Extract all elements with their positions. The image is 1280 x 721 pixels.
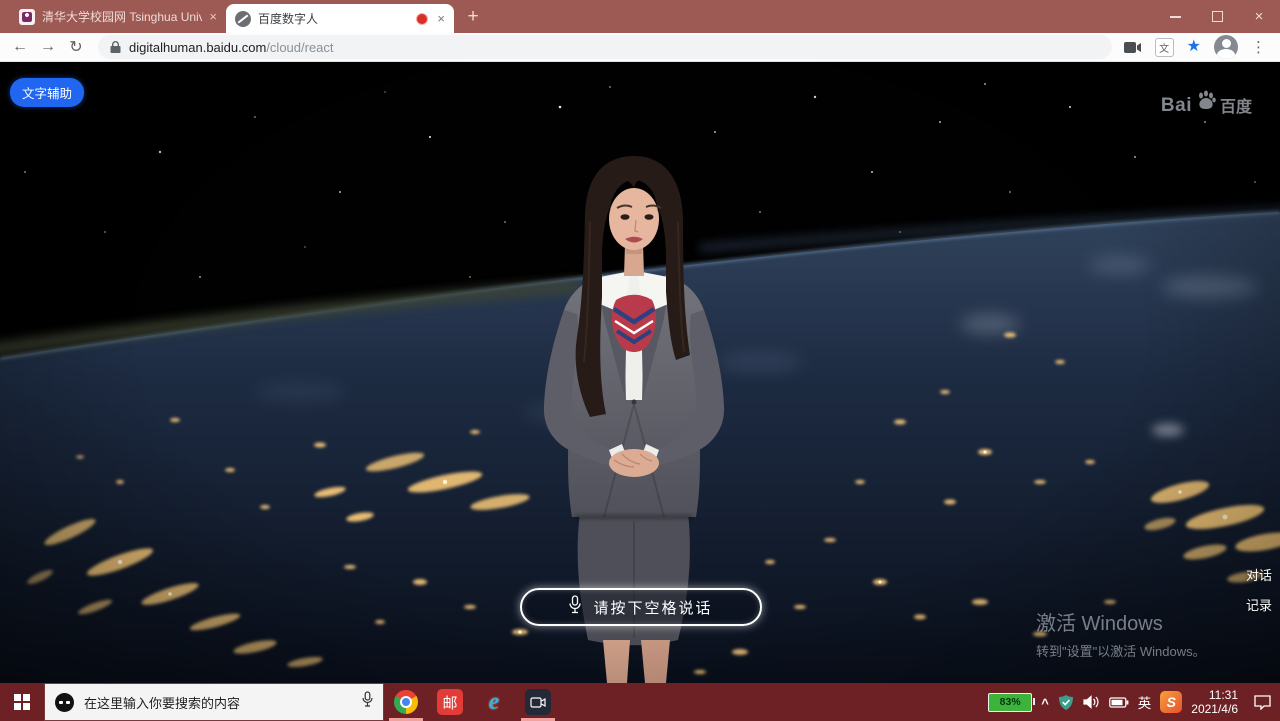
screen-record-extension-icon[interactable] [1124,41,1142,54]
clock-time: 11:31 [1191,688,1238,702]
windows-taskbar: 在这里输入你要搜索的内容 邮 e [0,683,1280,721]
mic-button-label: 请按下空格说话 [593,597,712,618]
lock-icon [110,41,121,54]
taskbar-search-box[interactable]: 在这里输入你要搜索的内容 [44,683,384,721]
mail-app-icon: 邮 [437,689,463,715]
ie-icon: e [489,690,500,714]
browser-toolbar: ← → ↻ digitalhuman.baidu.com/cloud/react… [0,33,1280,62]
bookmark-star-icon[interactable]: ★ [1187,39,1201,55]
url-host: digitalhuman.baidu.com [129,40,266,55]
browser-menu-icon[interactable]: ⋮ [1251,38,1266,56]
chrome-icon [394,690,418,714]
microphone-icon [569,595,581,619]
new-tab-button[interactable]: + [458,2,488,32]
action-center-icon[interactable] [1253,694,1272,710]
tab-title: 百度数字人 [258,10,409,27]
side-menu: 对话 记录 [1246,565,1272,625]
address-bar[interactable]: digitalhuman.baidu.com/cloud/react [98,35,1112,59]
search-assistant-icon [55,693,74,712]
battery-tray-icon[interactable] [1109,697,1129,708]
tab-close-icon[interactable]: × [437,12,445,25]
window-close-button[interactable]: × [1238,0,1280,33]
taskbar-camera-app[interactable] [516,683,560,721]
url-text: digitalhuman.baidu.com/cloud/react [129,40,334,55]
back-button[interactable]: ← [6,34,34,60]
translate-extension-icon[interactable]: 文 [1155,38,1174,57]
window-controls: × [1154,0,1280,33]
search-placeholder-text: 在这里输入你要搜索的内容 [84,693,352,712]
toolbar-right: 文 ★ ⋮ [1124,35,1266,59]
digital-human-page: 文字辅助 Bai 百度 请按下空格说话 对话 [0,62,1280,683]
tab-title: 清华大学校园网 Tsinghua Unive [42,8,202,25]
forward-button[interactable]: → [34,34,62,60]
system-tray: 83% ^ 英 S 11:31 2021/4/6 [988,688,1280,716]
input-method-indicator[interactable]: 英 [1138,692,1152,712]
battery-percent-indicator: 83% [988,693,1032,712]
tray-expand-chevron[interactable]: ^ [1041,696,1049,711]
record-tab[interactable]: 记录 [1246,595,1272,614]
recording-indicator-dot [416,13,428,25]
start-button[interactable] [0,683,44,721]
text-assist-button[interactable]: 文字辅助 [10,78,84,107]
baidu-paw-icon [1194,88,1218,117]
taskbar-mail[interactable]: 邮 [428,683,472,721]
dialog-tab[interactable]: 对话 [1246,565,1272,584]
tsinghua-favicon [19,9,35,25]
screen: 清华大学校园网 Tsinghua Unive × 百度数字人 × + × ← →… [0,0,1280,721]
volume-icon[interactable] [1083,695,1100,709]
press-space-to-talk-button[interactable]: 请按下空格说话 [520,588,762,626]
baidu-logo-bai: Bai [1161,95,1192,117]
camera-app-icon [525,689,551,715]
tab-close-icon[interactable]: × [209,10,217,23]
baidu-logo-du: 百度 [1220,93,1252,117]
defender-shield-icon[interactable] [1058,694,1074,711]
reload-button[interactable]: ↻ [62,34,90,60]
clock-date: 2021/4/6 [1191,702,1238,716]
minimize-button[interactable] [1154,0,1196,33]
url-path: /cloud/react [266,40,333,55]
taskbar-clock[interactable]: 11:31 2021/4/6 [1191,688,1238,716]
taskbar-internet-explorer[interactable]: e [472,683,516,721]
baidu-logo: Bai 百度 [1161,88,1252,117]
profile-avatar[interactable] [1214,35,1238,59]
sogou-input-icon[interactable]: S [1160,691,1182,713]
tab-tsinghua[interactable]: 清华大学校园网 Tsinghua Unive × [10,0,226,33]
search-mic-icon [362,691,373,713]
windows-logo-icon [14,694,30,710]
default-favicon [235,11,251,27]
browser-titlebar: 清华大学校园网 Tsinghua Unive × 百度数字人 × + × [0,0,1280,33]
tab-baidu-digital-human[interactable]: 百度数字人 × [226,4,454,33]
taskbar-chrome[interactable] [384,683,428,721]
restore-button[interactable] [1196,0,1238,33]
